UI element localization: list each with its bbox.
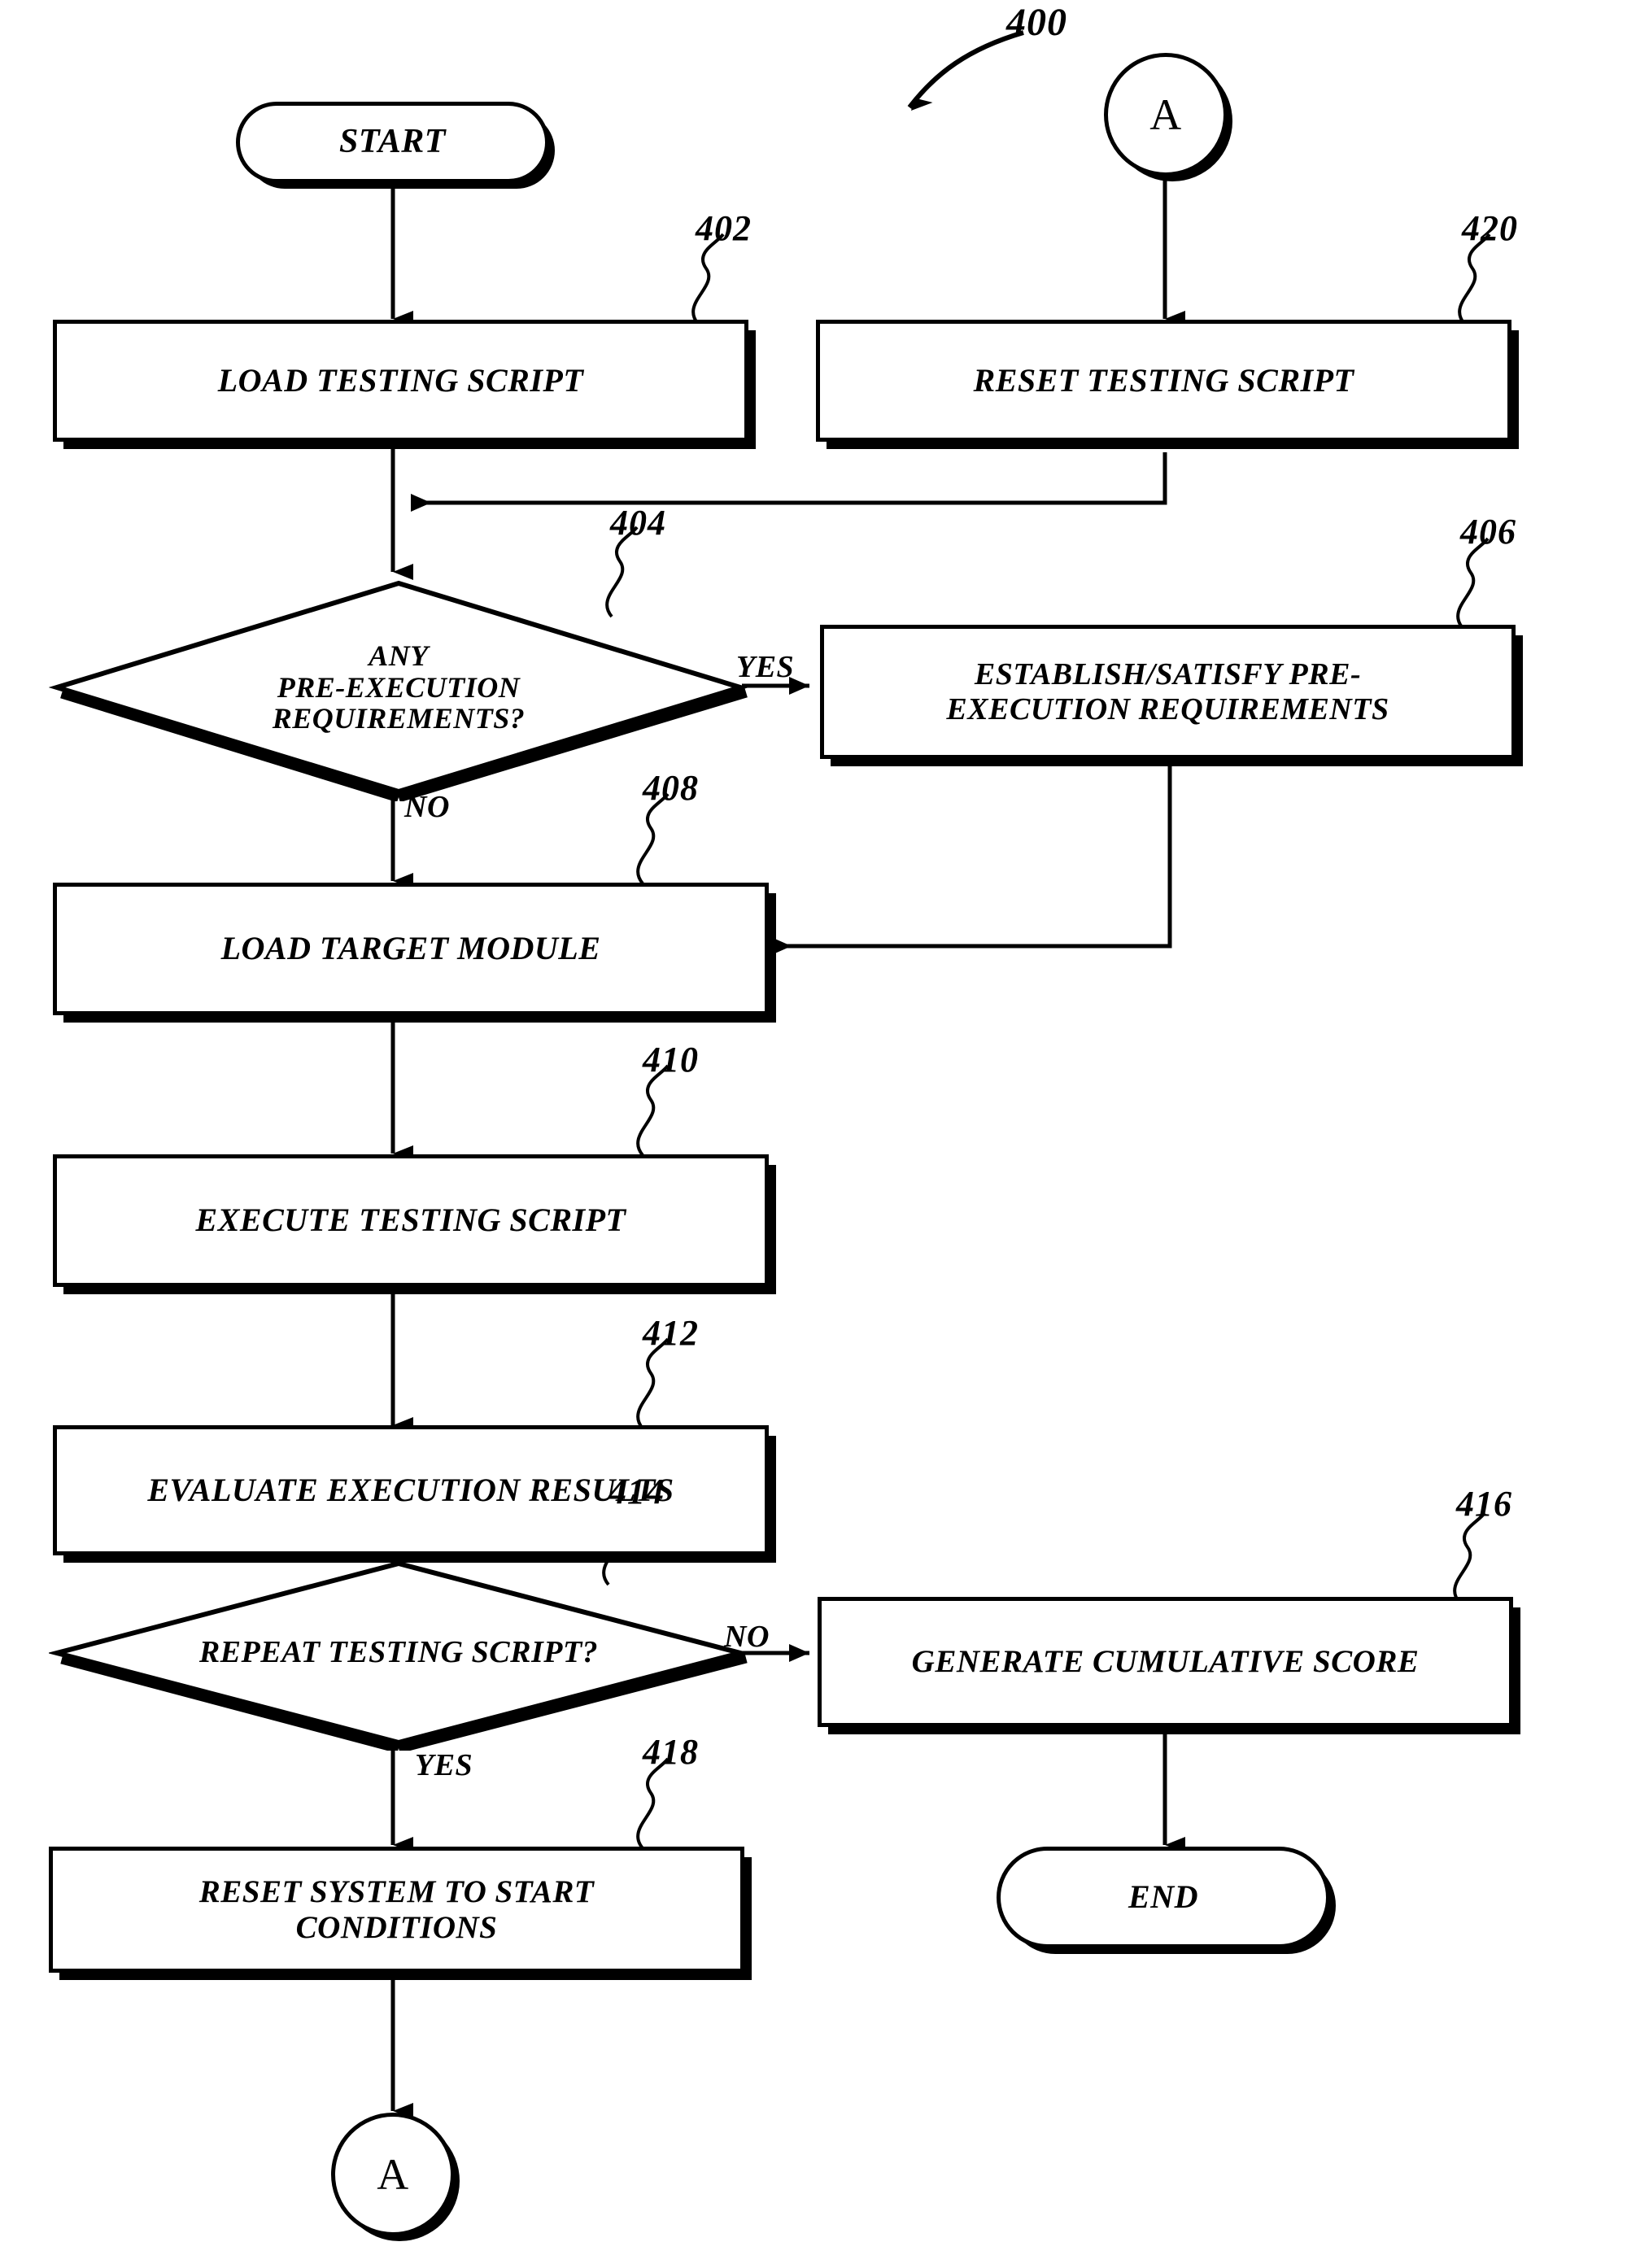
node-load-testing-script-label: LOAD TESTING SCRIPT	[217, 361, 584, 399]
node-load-testing-script[interactable]: LOAD TESTING SCRIPT	[53, 320, 748, 442]
node-start[interactable]: START	[236, 102, 549, 183]
node-reset-testing-script-label: RESET TESTING SCRIPT	[973, 361, 1354, 399]
edge-label-repeat-yes: YES	[415, 1748, 473, 1782]
ref-412: 412	[643, 1313, 699, 1353]
node-reset-system-to-start-conditions[interactable]: RESET SYSTEM TO START CONDITIONS	[49, 1847, 744, 1973]
connector-a-bottom-label: A	[377, 2149, 409, 2199]
node-load-target-module[interactable]: LOAD TARGET MODULE	[53, 883, 769, 1015]
node-establish-satisfy-requirements-label: ESTABLISH/SATISFY PRE- EXECUTION REQUIRE…	[946, 656, 1389, 726]
node-reset-testing-script[interactable]: RESET TESTING SCRIPT	[816, 320, 1511, 442]
node-repeat-testing-script-label: REPEAT TESTING SCRIPT?	[198, 1635, 599, 1670]
node-end[interactable]: END	[997, 1847, 1330, 1948]
node-start-label: START	[339, 123, 446, 161]
node-any-pre-execution-requirements-label: ANY PRE-EXECUTION REQUIREMENTS?	[272, 639, 526, 735]
node-execute-testing-script[interactable]: EXECUTE TESTING SCRIPT	[53, 1154, 769, 1287]
flowchart-canvas: 400 START A LOAD TESTING SCRIPT 402 RESE…	[0, 0, 1627, 2268]
ref-406: 406	[1460, 512, 1516, 552]
node-load-target-module-label: LOAD TARGET MODULE	[220, 930, 601, 967]
node-generate-cumulative-score-label: GENERATE CUMULATIVE SCORE	[911, 1644, 1420, 1680]
ref-404: 404	[610, 503, 666, 543]
ref-416: 416	[1456, 1484, 1512, 1524]
connector-a-top-label: A	[1149, 89, 1182, 139]
figure-reference-400: 400	[1006, 1, 1067, 44]
node-any-pre-execution-requirements[interactable]: ANY PRE-EXECUTION REQUIREMENTS?	[49, 574, 748, 801]
node-establish-satisfy-requirements[interactable]: ESTABLISH/SATISFY PRE- EXECUTION REQUIRE…	[820, 625, 1516, 759]
node-repeat-testing-script[interactable]: REPEAT TESTING SCRIPT?	[49, 1555, 748, 1751]
ref-402: 402	[696, 208, 752, 248]
node-reset-system-to-start-conditions-label: RESET SYSTEM TO START CONDITIONS	[198, 1873, 595, 1945]
node-end-label: END	[1128, 1878, 1198, 1916]
ref-410: 410	[643, 1040, 699, 1079]
ref-414: 414	[608, 1472, 665, 1511]
connector-a-top[interactable]: A	[1104, 53, 1228, 177]
connector-a-bottom[interactable]: A	[331, 2113, 455, 2236]
ref-420: 420	[1462, 208, 1518, 248]
node-generate-cumulative-score[interactable]: GENERATE CUMULATIVE SCORE	[818, 1597, 1513, 1727]
node-execute-testing-script-label: EXECUTE TESTING SCRIPT	[195, 1202, 626, 1239]
node-evaluate-execution-results-label: EVALUATE EXECUTION RESULTS	[147, 1471, 674, 1508]
